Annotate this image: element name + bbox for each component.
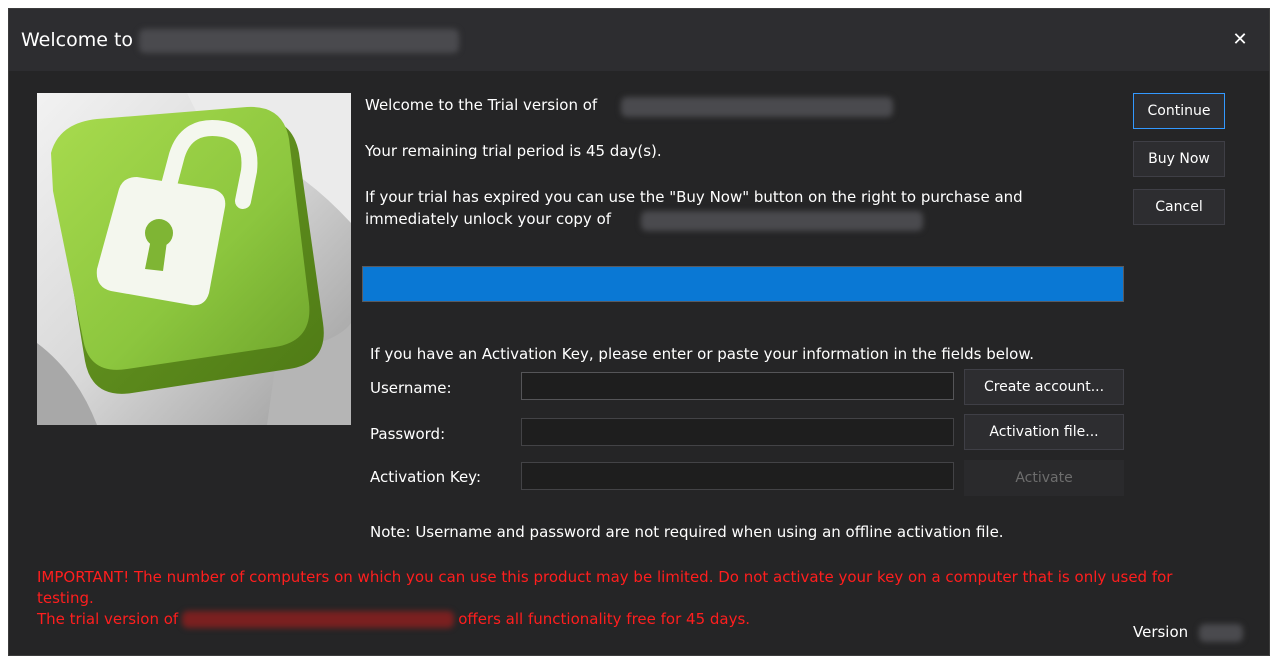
version-label: Version — [1133, 623, 1189, 641]
title-bar[interactable]: Welcome to ✕ — [9, 9, 1269, 71]
close-icon[interactable]: ✕ — [1227, 27, 1253, 53]
cancel-button[interactable]: Cancel — [1133, 189, 1225, 225]
important-line2-prefix: The trial version of — [37, 610, 179, 628]
username-input[interactable] — [521, 372, 954, 400]
welcome-line: Welcome to the Trial version of — [365, 96, 598, 114]
trial-progress-fill — [363, 267, 1123, 301]
username-label: Username: — [370, 379, 452, 397]
welcome-dialog: Welcome to ✕ Welcome to the Trial versio… — [8, 8, 1270, 656]
expired-info-line2: immediately unlock your copy of — [365, 210, 612, 228]
redacted-product-name — [139, 29, 459, 53]
unlocked-padlock-key-icon — [37, 93, 351, 425]
important-line2: The trial version of offers all functiona… — [37, 609, 1217, 630]
password-label: Password: — [370, 425, 446, 443]
activation-intro-text: If you have an Activation Key, please en… — [370, 345, 1035, 363]
redacted-version-number — [1199, 624, 1243, 642]
remaining-trial-text: Your remaining trial period is 45 day(s)… — [365, 142, 662, 160]
trial-progress-bar — [362, 266, 1124, 302]
offline-activation-note: Note: Username and password are not requ… — [370, 523, 1004, 541]
password-input[interactable] — [521, 418, 954, 446]
activation-key-input[interactable] — [521, 462, 954, 490]
redacted-product-name — [182, 611, 455, 628]
create-account-button[interactable]: Create account... — [964, 369, 1124, 405]
expired-info-line1: If your trial has expired you can use th… — [365, 188, 1023, 206]
activate-button[interactable]: Activate — [964, 460, 1124, 496]
important-line2-suffix: offers all functionality free for 45 day… — [458, 610, 751, 628]
window-title: Welcome to — [21, 29, 134, 51]
activation-key-label: Activation Key: — [370, 468, 482, 486]
activation-file-button[interactable]: Activation file... — [964, 414, 1124, 450]
important-warning: IMPORTANT! The number of computers on wh… — [37, 567, 1217, 630]
buy-now-button[interactable]: Buy Now — [1133, 141, 1225, 177]
continue-button[interactable]: Continue — [1133, 93, 1225, 129]
redacted-product-name — [621, 97, 893, 117]
unlock-key-image — [37, 93, 351, 425]
redacted-product-name — [641, 211, 923, 231]
important-line1: IMPORTANT! The number of computers on wh… — [37, 568, 1173, 607]
